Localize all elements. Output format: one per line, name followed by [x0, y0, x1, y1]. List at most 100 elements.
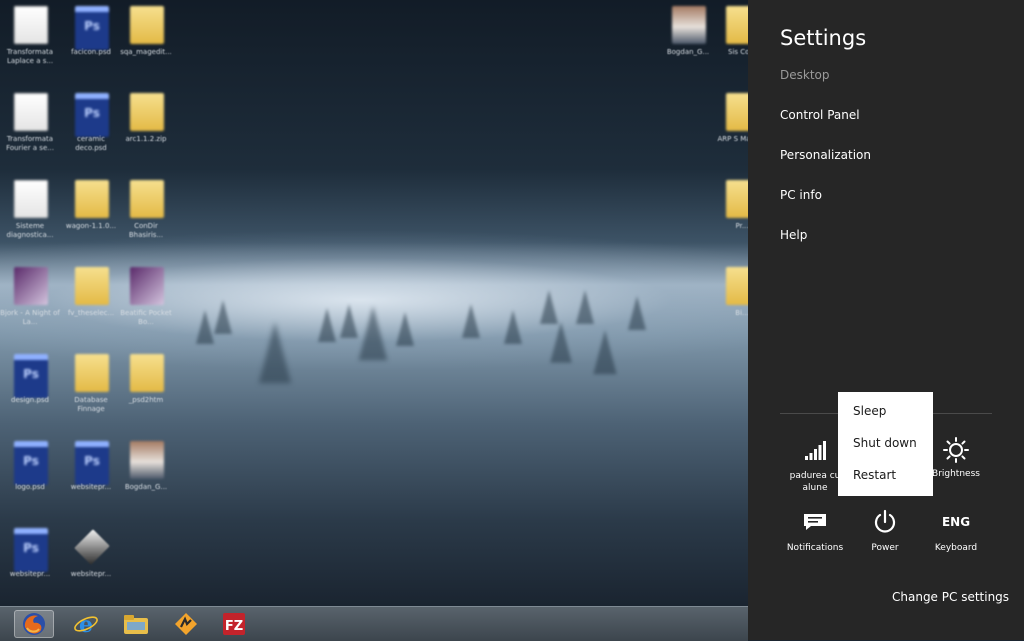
folder-file-icon — [130, 6, 164, 44]
desktop-icon[interactable]: Ps websitepr... — [61, 435, 121, 513]
help-link[interactable]: Help — [780, 228, 807, 242]
change-pc-settings-link[interactable]: Change PC settings — [892, 590, 1009, 604]
desktop-icon[interactable]: Ps design.psd — [0, 348, 60, 426]
book-file-icon — [130, 267, 164, 305]
desktop-icon-label: wagon-1.1.0... — [65, 222, 117, 230]
wallpaper-tree — [358, 306, 388, 361]
desktop-icon[interactable]: Sisteme diagnostica... — [0, 174, 60, 252]
desktop-icon-label: websitepr... — [9, 570, 51, 578]
taskbar-filezilla-button[interactable]: FZ — [214, 610, 254, 638]
desktop-icon[interactable]: sqa_magedit... — [116, 0, 176, 78]
desktop-icon[interactable]: Ps facicon.psd — [61, 0, 121, 78]
desktop-icon[interactable]: Bjork - A Night of La... — [0, 261, 60, 339]
shut-down-option[interactable]: Shut down — [853, 436, 917, 450]
wallpaper-tree — [628, 296, 646, 330]
desktop-icon[interactable]: fv_theselec... — [61, 261, 121, 339]
wallpaper-tree — [593, 330, 617, 375]
sleep-option[interactable]: Sleep — [853, 404, 886, 418]
filezilla-icon: FZ — [223, 613, 245, 635]
wallpaper-tree — [396, 312, 414, 346]
desktop-icon-label: fv_theselec... — [67, 309, 115, 317]
ps-file-icon: Ps — [14, 354, 48, 398]
personalization-link[interactable]: Personalization — [780, 148, 871, 162]
desktop-icon-label: Transformata Laplace a s... — [6, 48, 54, 65]
desktop-icon-label: _psd2htm — [128, 396, 164, 404]
taskbar-firefox-button[interactable] — [14, 610, 54, 638]
desktop-icon[interactable]: _psd2htm — [116, 348, 176, 426]
desktop-icon[interactable]: Transformata Fourier a se... — [0, 87, 60, 165]
desktop-icon-label: design.psd — [11, 396, 49, 404]
restart-option[interactable]: Restart — [853, 468, 896, 482]
wallpaper-tree — [550, 322, 572, 363]
wallpaper-tree — [318, 308, 336, 342]
desktop-icon-label: logo.psd — [15, 483, 45, 491]
folder-file-icon — [75, 267, 109, 305]
desktop-icon[interactable]: Ps ceramic deco.psd — [61, 87, 121, 165]
firefox-icon — [23, 613, 45, 635]
svg-text:FZ: FZ — [225, 619, 243, 634]
desktop-icon-label: websitepr... — [70, 483, 112, 491]
desktop-icon[interactable]: Ps websitepr... — [0, 522, 60, 600]
control-panel-link[interactable]: Control Panel — [780, 108, 860, 122]
power-menu: Sleep Shut down Restart — [838, 392, 933, 496]
wallpaper-tree — [504, 310, 522, 344]
ps-file-icon: Ps — [14, 441, 48, 485]
taskbar: e FZ — [0, 606, 748, 641]
desktop-icon[interactable]: Transformata Laplace a s... — [0, 0, 60, 78]
taskbar-file-explorer-button[interactable] — [116, 610, 156, 638]
desktop-icon[interactable]: Ps logo.psd — [0, 435, 60, 513]
wifi-signal-icon — [805, 441, 826, 460]
ps-file-icon: Ps — [14, 528, 48, 572]
ps-file-icon: Ps — [75, 93, 109, 137]
folder-file-icon — [75, 354, 109, 392]
photo-file-icon — [130, 441, 164, 479]
desktop-icon-label: Database Finnage — [74, 396, 108, 413]
taskbar-winamp-button[interactable] — [166, 610, 206, 638]
ps-file-icon: Ps — [75, 441, 109, 485]
notifications-tile[interactable]: Notifications — [780, 508, 850, 554]
photo-file-icon — [672, 6, 706, 44]
taskbar-ie-button[interactable]: e — [66, 610, 106, 638]
folder-file-icon — [130, 180, 164, 218]
file-explorer-icon — [124, 615, 148, 634]
power-tile[interactable]: Power — [850, 508, 920, 554]
keyboard-label: Keyboard — [934, 543, 978, 553]
wallpaper-tree — [576, 290, 594, 324]
pc-info-link[interactable]: PC info — [780, 188, 822, 202]
keyboard-tile[interactable]: ENG Keyboard — [921, 508, 991, 554]
desktop-icon-label: facicon.psd — [71, 48, 111, 56]
desktop-icon-label: websitepr... — [70, 570, 112, 578]
desktop-icon[interactable]: websitepr... — [61, 522, 121, 600]
gem-file-icon — [74, 529, 110, 565]
desktop-icon[interactable]: Bogdan_G... — [116, 435, 176, 513]
desktop-icon-label: Bogdan_G... — [124, 483, 168, 491]
desktop-icon[interactable]: wagon-1.1.0... — [61, 174, 121, 252]
notifications-icon — [804, 514, 826, 530]
power-label: Power — [871, 543, 899, 553]
wallpaper-tree — [214, 300, 232, 334]
folder-file-icon — [130, 354, 164, 392]
desktop-icon-label: arc1.1.2.zip — [125, 135, 167, 143]
desktop-icon-label: Beatific Pocket Bo... — [120, 309, 172, 326]
desktop-icon[interactable]: Bogdan_G... — [658, 0, 718, 78]
settings-context: Desktop — [780, 68, 830, 82]
desktop-icon-label: Sisteme diagnostica... — [6, 222, 54, 239]
settings-title: Settings — [780, 26, 867, 50]
wallpaper-tree — [196, 310, 214, 344]
folder-file-icon — [130, 93, 164, 131]
doc-file-icon — [14, 6, 48, 44]
power-icon — [874, 509, 896, 533]
internet-explorer-icon: e — [74, 612, 98, 637]
desktop-icon[interactable]: Database Finnage — [61, 348, 121, 426]
folder-file-icon — [75, 180, 109, 218]
desktop-icon-label: ConDir Bhasiris... — [128, 222, 164, 239]
desktop-icon[interactable]: Beatific Pocket Bo... — [116, 261, 176, 339]
desktop-icon-label: sqa_magedit... — [120, 48, 172, 56]
desktop-icon[interactable]: ConDir Bhasiris... — [116, 174, 176, 252]
winamp-icon — [175, 613, 197, 635]
book-file-icon — [14, 267, 48, 305]
settings-charm-panel: Settings Desktop Control Panel Personali… — [748, 0, 1024, 640]
ps-file-icon: Ps — [75, 6, 109, 50]
doc-file-icon — [14, 180, 48, 218]
desktop-icon[interactable]: arc1.1.2.zip — [116, 87, 176, 165]
